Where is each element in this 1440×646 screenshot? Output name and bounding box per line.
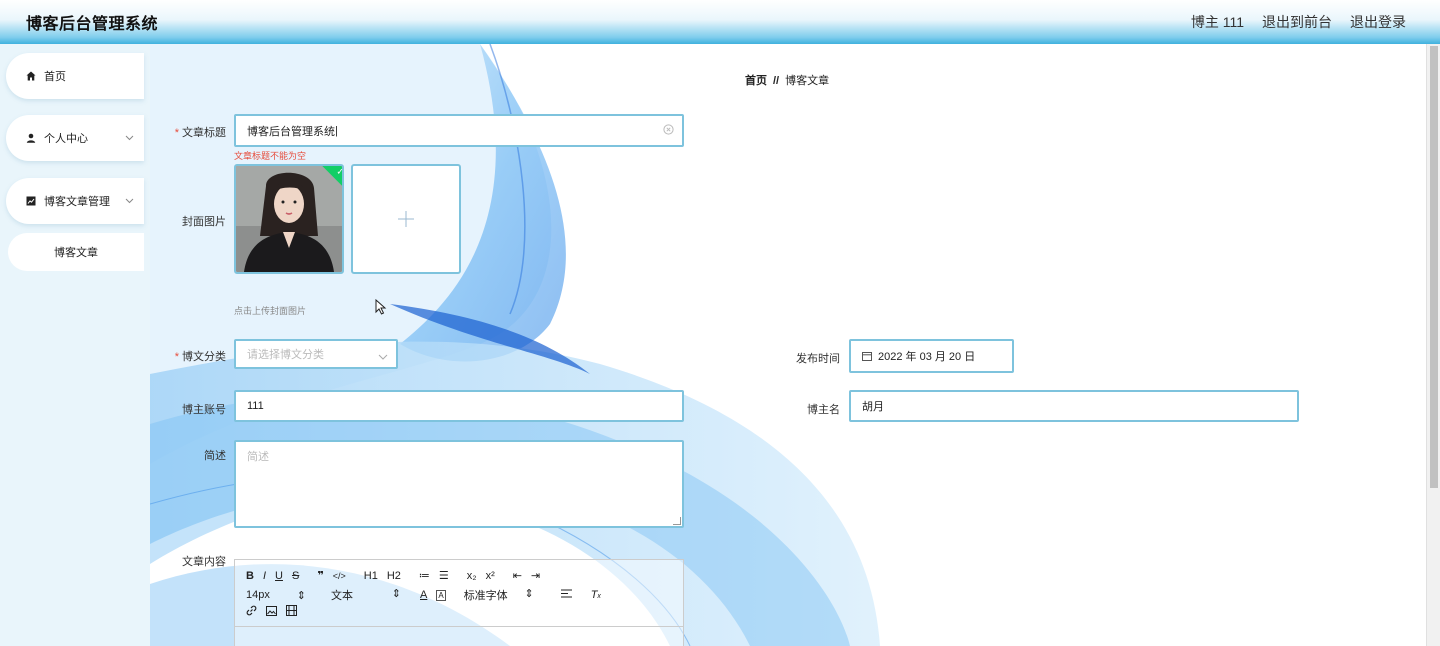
outdent-button[interactable]: ⇤	[513, 569, 522, 582]
align-icon[interactable]	[560, 589, 572, 601]
logout-link[interactable]: 退出登录	[1350, 12, 1406, 32]
category-label: * 博文分类	[174, 351, 226, 363]
chevron-down-icon	[125, 196, 134, 207]
breadcrumb-current: 博客文章	[785, 75, 830, 87]
top-bar: 博客后台管理系统 博主 111 退出到前台 退出登录	[0, 0, 1440, 44]
code-button[interactable]: </>	[333, 571, 346, 581]
blogger-name-input[interactable]: 胡月	[849, 390, 1299, 422]
chart-icon	[24, 196, 38, 206]
link-icon[interactable]	[246, 605, 257, 619]
mouse-cursor-icon	[375, 298, 387, 318]
italic-button[interactable]: I	[263, 570, 266, 582]
title-label: * 文章标题	[174, 127, 226, 139]
user-label: 博主 111	[1190, 14, 1244, 30]
publish-time-picker[interactable]: 2022 年 03 月 20 日	[849, 339, 1014, 373]
bg-color-icon[interactable]: A	[436, 589, 446, 601]
breadcrumb: 首页 // 博客文章	[745, 72, 829, 88]
select-arrows-icon: ⇕	[296, 589, 306, 602]
resize-handle[interactable]	[673, 517, 681, 525]
font-size-select[interactable]: 14px ⇕	[246, 589, 306, 602]
quote-button[interactable]: ❞	[317, 569, 323, 582]
video-icon[interactable]	[286, 605, 297, 619]
user-icon	[24, 133, 38, 143]
sidebar-item-home[interactable]: 首页	[6, 53, 144, 99]
editor-toolbar-row-3	[246, 605, 306, 619]
check-icon: ✓	[336, 166, 344, 177]
breadcrumb-separator: //	[773, 75, 780, 87]
plus-icon	[353, 166, 459, 272]
category-select[interactable]: 请选择博文分类	[234, 339, 398, 369]
ordered-list-button[interactable]: ≔	[419, 569, 430, 582]
editor-toolbar-row-1: B I U S ❞ </> H1 H2 ≔ ☰ x₂ x² ⇤ ⇥	[246, 569, 549, 583]
sidebar-item-label: 首页	[44, 71, 66, 83]
chevron-down-icon	[378, 351, 388, 363]
h2-button[interactable]: H2	[387, 570, 401, 582]
strike-button[interactable]: S	[292, 570, 299, 582]
font-color-icon[interactable]: A	[420, 589, 427, 601]
account-input[interactable]: 111	[234, 390, 684, 422]
title-input[interactable]: 博客后台管理系统 |	[234, 114, 684, 147]
cover-thumbnail[interactable]: ✓	[234, 164, 344, 274]
sidebar-subitem-blog-articles[interactable]: 博客文章	[8, 233, 144, 271]
indent-button[interactable]: ⇥	[531, 569, 540, 582]
subscript-button[interactable]: x₂	[467, 570, 477, 582]
blogger-name-label: 博主名	[807, 404, 840, 416]
sidebar: 首页 个人中心 博客文章管理 博客文章	[0, 44, 150, 646]
summary-label: 简述	[204, 450, 226, 462]
account-label: 博主账号	[182, 404, 226, 416]
sidebar-item-blog-management[interactable]: 博客文章管理	[6, 178, 144, 224]
publish-time-label: 发布时间	[796, 353, 840, 365]
cover-photo	[236, 166, 342, 272]
exit-to-front-link[interactable]: 退出到前台	[1262, 12, 1332, 32]
editor-toolbar-row-2: 14px ⇕ 文本 ⇕ A A 标准字体 ⇕ Tx	[246, 587, 610, 603]
bold-button[interactable]: B	[246, 570, 254, 582]
font-family-select[interactable]: 标准字体 ⇕	[464, 587, 534, 603]
chevron-down-icon	[125, 133, 134, 144]
underline-button[interactable]: U	[275, 570, 283, 582]
scrollbar-thumb[interactable]	[1430, 46, 1438, 488]
cover-label: 封面图片	[182, 216, 226, 228]
clear-icon[interactable]	[663, 124, 674, 138]
superscript-button[interactable]: x²	[486, 570, 495, 582]
summary-textarea[interactable]: 简述	[234, 440, 684, 528]
cover-hint: 点击上传封面图片	[234, 306, 307, 316]
vertical-scrollbar[interactable]	[1426, 44, 1440, 646]
calendar-icon	[862, 351, 872, 361]
breadcrumb-home[interactable]: 首页	[745, 75, 767, 87]
sidebar-item-label: 博客文章管理	[44, 196, 110, 208]
app-title: 博客后台管理系统	[26, 16, 159, 33]
clear-format-icon[interactable]: Tx	[591, 589, 601, 601]
title-error: 文章标题不能为空	[234, 151, 307, 161]
h1-button[interactable]: H1	[364, 570, 378, 582]
content-label: 文章内容	[182, 556, 226, 568]
home-icon	[24, 71, 38, 81]
rich-text-editor[interactable]: B I U S ❞ </> H1 H2 ≔ ☰ x₂ x² ⇤ ⇥ 14px ⇕ …	[234, 559, 684, 646]
header-actions: 博主 111 退出到前台 退出登录	[1191, 12, 1406, 32]
main-content: 首页 // 博客文章 * 文章标题 博客后台管理系统 | 文章标题不能为空 封面图片 ✓…	[150, 44, 1426, 646]
header-select[interactable]: 文本 ⇕	[331, 587, 401, 603]
bullet-list-button[interactable]: ☰	[439, 569, 449, 582]
sidebar-item-personal-center[interactable]: 个人中心	[6, 115, 144, 161]
select-arrows-icon: ⇕	[524, 588, 534, 600]
sidebar-item-label: 个人中心	[44, 133, 88, 145]
image-icon[interactable]	[266, 605, 277, 619]
select-arrows-icon: ⇕	[391, 588, 401, 600]
upload-add-button[interactable]	[351, 164, 461, 274]
